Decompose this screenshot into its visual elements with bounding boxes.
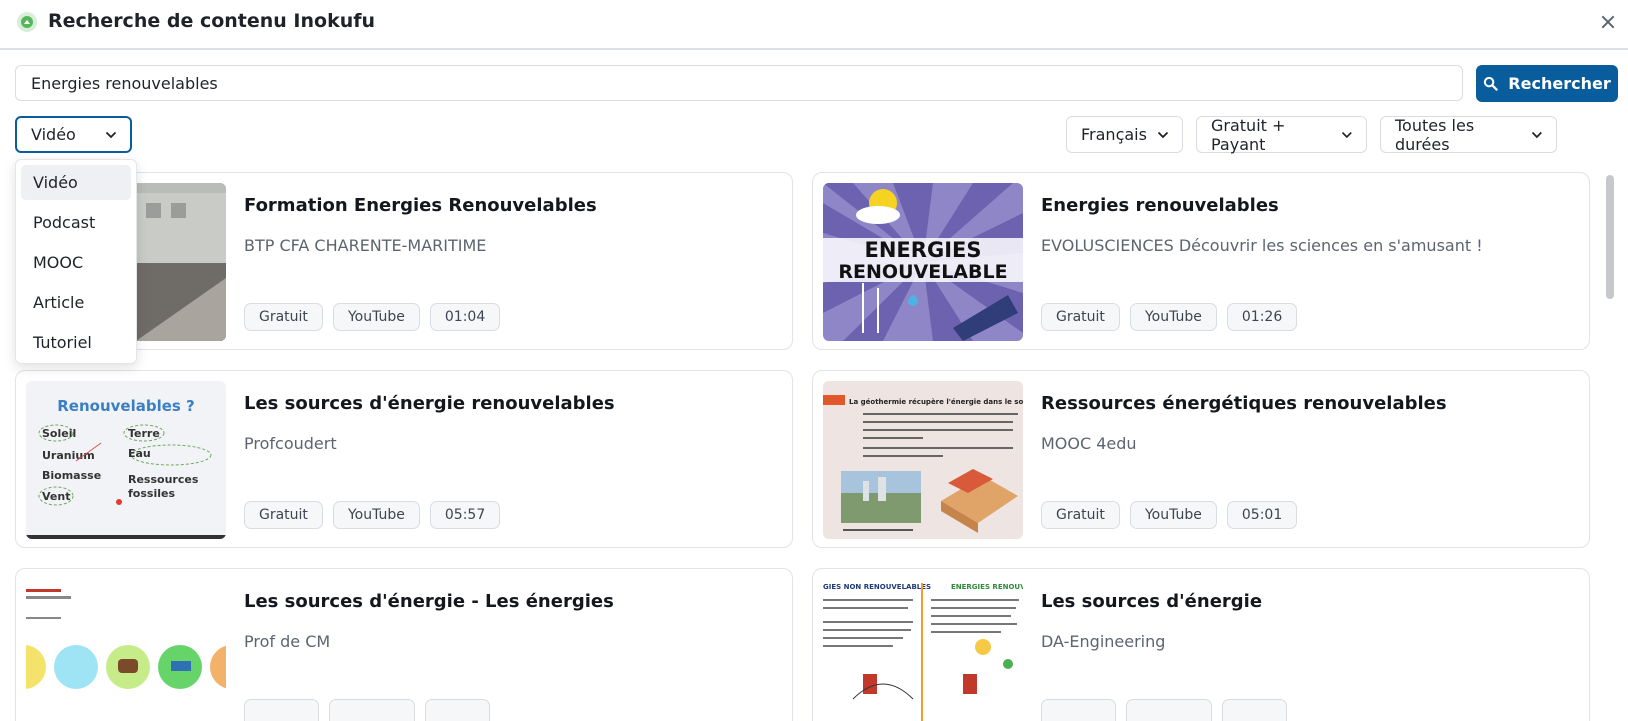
chevron-down-icon — [105, 131, 117, 138]
thumbnail-caption: GIES NON RENOUVELABLES — [823, 583, 931, 591]
platform-tag: YouTube — [332, 303, 420, 331]
platform-tag: YouTube — [1129, 303, 1217, 331]
thumbnail-caption: Eau — [128, 447, 151, 460]
result-title: Les sources d'énergie renouvelables — [244, 393, 615, 414]
search-icon — [1484, 76, 1499, 91]
thumbnail-caption: fossiles — [128, 487, 175, 500]
result-title: Formation Energies Renouvelables — [244, 195, 597, 216]
dialog-title: Recherche de contenu Inokufu — [48, 10, 376, 32]
chevron-down-icon — [1532, 131, 1543, 138]
duration-tag — [425, 699, 490, 721]
result-card[interactable]: ENERGIES RENOUVELABLE Energies renouvela… — [812, 172, 1590, 350]
platform-tag — [329, 699, 415, 721]
result-source: MOOC 4edu — [1041, 434, 1137, 453]
thumbnail-caption: Uranium — [42, 449, 95, 462]
duration-tag: 01:04 — [429, 303, 501, 331]
result-source: BTP CFA CHARENTE-MARITIME — [244, 236, 487, 255]
video-thumbnail — [26, 579, 226, 721]
dropdown-option-podcast[interactable]: Podcast — [21, 205, 131, 240]
video-thumbnail: GIES NON RENOUVELABLES ENERGIES RENOUVEL… — [823, 579, 1023, 721]
type-select[interactable]: Vidéo — [15, 116, 132, 153]
result-source: EVOLUSCIENCES Découvrir les sciences en … — [1041, 236, 1483, 255]
platform-tag: YouTube — [332, 501, 420, 529]
language-select[interactable]: Français — [1066, 116, 1183, 153]
dialog-header: Recherche de contenu Inokufu — [0, 0, 1628, 50]
thumbnail-caption: Biomasse — [42, 469, 101, 482]
thumbnail-caption: La géothermie récupère l'énergie dans le… — [849, 398, 1023, 406]
results-scrollbar[interactable] — [1606, 175, 1614, 299]
result-source: Profcoudert — [244, 434, 337, 453]
platform-tag: YouTube — [1129, 501, 1217, 529]
dropdown-option-mooc[interactable]: MOOC — [21, 245, 131, 280]
close-icon[interactable] — [1598, 12, 1618, 32]
dropdown-option-video[interactable]: Vidéo — [21, 165, 131, 200]
chevron-down-icon — [1157, 131, 1169, 138]
result-card[interactable]: GIES NON RENOUVELABLES ENERGIES RENOUVEL… — [812, 568, 1590, 721]
thumbnail-caption: ENERGIES — [865, 238, 982, 262]
duration-tag — [1222, 699, 1287, 721]
price-tag — [1041, 699, 1116, 721]
price-tag — [244, 699, 319, 721]
video-thumbnail: ENERGIES RENOUVELABLE — [823, 183, 1023, 341]
result-title: Les sources d'énergie — [1041, 591, 1263, 612]
duration-tag: 05:57 — [429, 501, 501, 529]
video-thumbnail: La géothermie récupère l'énergie dans le… — [823, 381, 1023, 539]
chevron-down-icon — [1342, 131, 1353, 138]
result-title: Ressources énergétiques renouvelables — [1041, 393, 1447, 414]
price-select[interactable]: Gratuit + Payant — [1196, 115, 1367, 154]
search-button-label: Rechercher — [1508, 74, 1611, 93]
inokufu-logo-icon — [17, 12, 37, 32]
result-source: DA-Engineering — [1041, 632, 1166, 651]
result-card[interactable]: Les sources d'énergie - Les énergies Pro… — [15, 568, 793, 721]
search-input[interactable] — [15, 65, 1463, 101]
result-source: Prof de CM — [244, 632, 331, 651]
thumbnail-caption: Vent — [42, 490, 70, 503]
thumbnail-caption: Terre — [128, 427, 160, 440]
price-tag: Gratuit — [244, 303, 323, 331]
result-title: Energies renouvelables — [1041, 195, 1279, 216]
result-card[interactable]: Renouvelables ? Soleil Terre Uranium Eau… — [15, 370, 793, 548]
result-card[interactable]: La géothermie récupère l'énergie dans le… — [812, 370, 1590, 548]
thumbnail-caption: ENERGIES RENOUVELA — [951, 583, 1023, 591]
type-select-value: Vidéo — [31, 125, 76, 144]
language-select-value: Français — [1081, 125, 1147, 144]
duration-tag: 05:01 — [1226, 501, 1298, 529]
video-thumbnail: Renouvelables ? Soleil Terre Uranium Eau… — [26, 381, 226, 539]
duration-select-value: Toutes les durées — [1395, 115, 1475, 154]
thumbnail-caption: Ressources — [128, 473, 199, 486]
duration-tag: 01:26 — [1226, 303, 1298, 331]
thumbnail-caption: RENOUVELABLE — [838, 261, 1007, 283]
price-select-value: Gratuit + Payant — [1211, 115, 1286, 154]
dropdown-option-tutoriel[interactable]: Tutoriel — [21, 325, 131, 360]
price-tag: Gratuit — [244, 501, 323, 529]
result-title: Les sources d'énergie - Les énergies — [244, 591, 614, 612]
duration-select[interactable]: Toutes les durées — [1380, 115, 1557, 154]
search-button[interactable]: Rechercher — [1476, 65, 1618, 102]
price-tag: Gratuit — [1041, 501, 1120, 529]
price-tag: Gratuit — [1041, 303, 1120, 331]
type-dropdown-menu: Vidéo Podcast MOOC Article Tutoriel — [15, 159, 137, 364]
thumbnail-caption: Renouvelables ? — [57, 397, 195, 415]
thumbnail-caption: Soleil — [42, 427, 76, 440]
dropdown-option-article[interactable]: Article — [21, 285, 131, 320]
platform-tag — [1126, 699, 1212, 721]
